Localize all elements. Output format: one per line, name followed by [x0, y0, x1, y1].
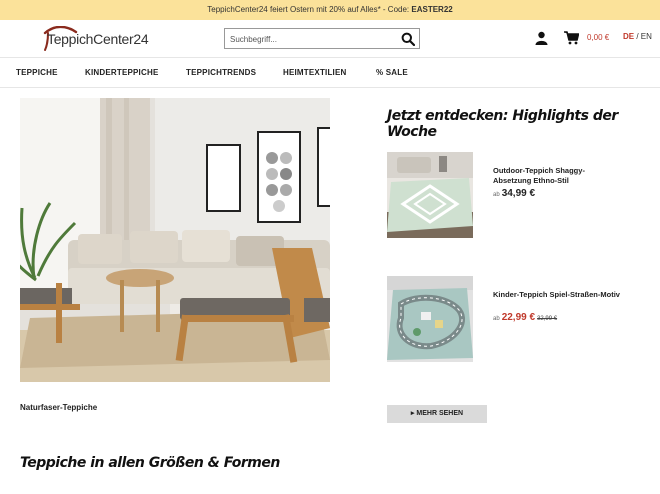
more-button-label: MEHR SEHEN: [416, 410, 464, 417]
product-price: 34,99 €: [501, 188, 536, 199]
user-icon[interactable]: [535, 31, 548, 45]
highlights-title: Jetzt entdecken: Highlights der Woche: [387, 108, 618, 140]
product-name[interactable]: Outdoor-Teppich Shaggy-Absetzung Ethno-S…: [493, 166, 623, 186]
nav-item-teppiche[interactable]: TEPPICHE: [16, 68, 58, 77]
promo-bar: TeppichCenter24 feiert Ostern mit 20% au…: [0, 0, 660, 20]
old-price: 32,99 €: [537, 316, 558, 322]
price-row: ab 34,99 €: [493, 188, 535, 199]
product-card[interactable]: Kinder-Teppich Spiel-Straßen-Motiv ab 22,…: [387, 276, 647, 362]
price-prefix: ab: [493, 316, 500, 322]
more-button[interactable]: ▸ MEHR SEHEN: [387, 405, 487, 423]
nav-item-teppichtrends[interactable]: TEPPICHTRENDS: [186, 68, 256, 77]
product-thumb[interactable]: [387, 276, 473, 362]
product-name[interactable]: Kinder-Teppich Spiel-Straßen-Motiv: [493, 290, 623, 300]
logo-text[interactable]: TeppichCenter24: [47, 31, 149, 47]
nav-item-heimtextilien[interactable]: HEIMTEXTILIEN: [283, 68, 347, 77]
promo-suffix: * - Code:: [377, 5, 412, 14]
nav-item-sale[interactable]: % SALE: [376, 68, 408, 77]
main-nav: TEPPICHE KINDERTEPPICHE TEPPICHTRENDS HE…: [0, 58, 660, 88]
lang-separator: /: [634, 32, 641, 41]
section-title: Teppiche in allen Größen & Formen: [20, 455, 280, 471]
promo-code: EASTER22: [411, 5, 453, 14]
price-prefix: ab: [493, 192, 500, 198]
price-row: ab 22,99 €32,99 €: [493, 312, 557, 323]
product-thumb[interactable]: [387, 152, 473, 238]
lang-en[interactable]: EN: [641, 32, 652, 41]
living-room-image: [20, 98, 330, 382]
nav-item-kinderteppiche[interactable]: KINDERTEPPICHE: [85, 68, 158, 77]
kids-rug-image: [387, 276, 473, 362]
lang-de[interactable]: DE: [623, 32, 634, 41]
hero-image[interactable]: [20, 98, 330, 382]
search-icon[interactable]: [401, 32, 415, 46]
language-switcher: DE / EN: [623, 32, 652, 41]
product-card[interactable]: Outdoor-Teppich Shaggy-Absetzung Ethno-S…: [387, 152, 647, 238]
outdoor-rug-image: [387, 152, 473, 238]
site-header: TeppichCenter24 0,00 € DE / EN: [0, 20, 660, 58]
cart-total[interactable]: 0,00 €: [587, 33, 609, 42]
search-input[interactable]: [225, 30, 395, 49]
cart-icon[interactable]: [564, 31, 579, 45]
search-box: [224, 28, 420, 49]
hero-caption[interactable]: Naturfaser-Teppiche: [20, 403, 97, 412]
promo-text: TeppichCenter24 feiert Ostern mit 20% au…: [207, 5, 378, 14]
product-price: 22,99 €: [501, 312, 536, 323]
